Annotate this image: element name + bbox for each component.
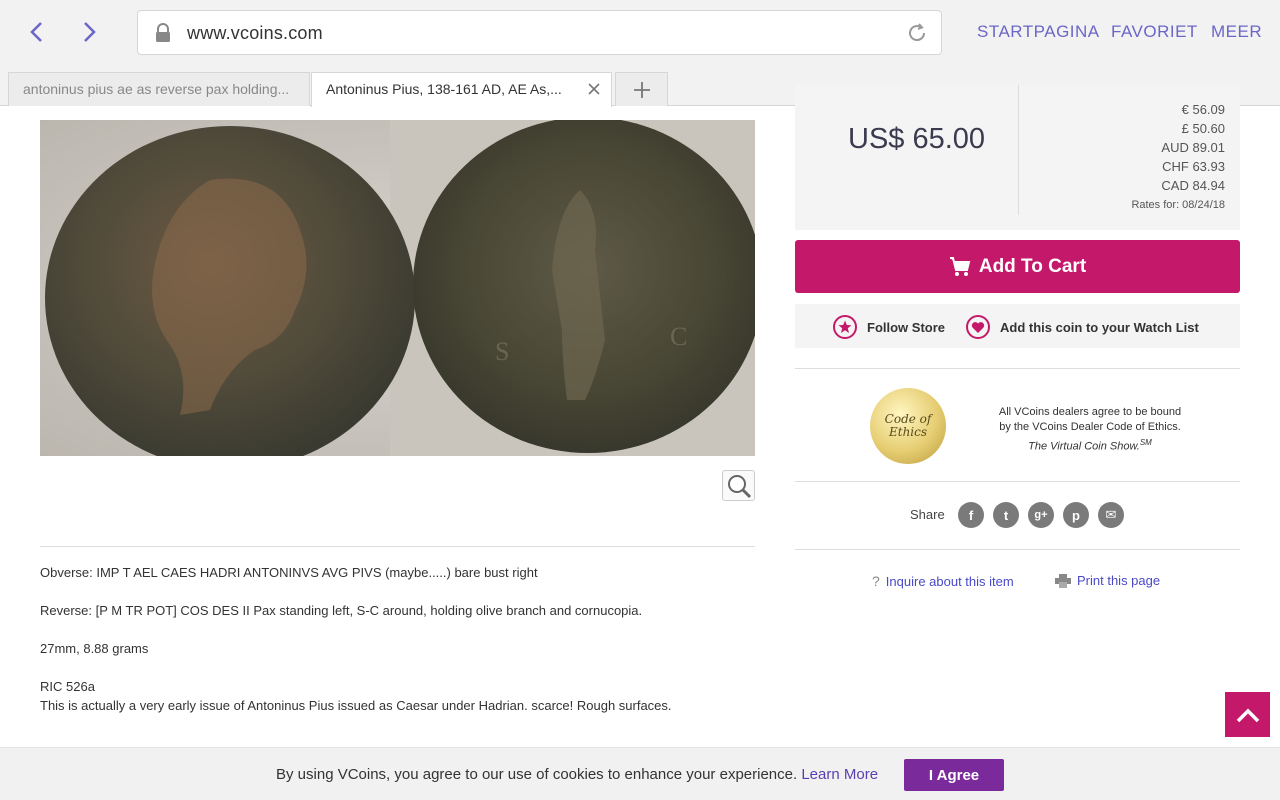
learn-more-link[interactable]: Learn More <box>801 766 878 783</box>
watch-list-label: Add this coin to your Watch List <box>1000 319 1199 335</box>
question-icon: ? <box>872 573 880 589</box>
google-plus-icon[interactable]: g+ <box>1028 502 1054 528</box>
plus-icon <box>633 81 650 98</box>
follow-store-button[interactable]: Follow Store <box>833 315 945 339</box>
back-button[interactable] <box>20 16 52 48</box>
agree-button[interactable]: I Agree <box>904 759 1004 791</box>
twitter-icon[interactable]: t <box>993 502 1019 528</box>
divider <box>795 368 1240 369</box>
menu-startpagina[interactable]: STARTPAGINA <box>977 22 1100 42</box>
print-link[interactable]: Print this page <box>1055 573 1160 588</box>
back-to-top-button[interactable] <box>1225 692 1270 737</box>
chevron-up-icon <box>1236 708 1259 722</box>
svg-text:C: C <box>670 322 687 351</box>
star-icon <box>833 315 857 339</box>
close-icon[interactable] <box>587 82 601 96</box>
watch-list-button[interactable]: Add this coin to your Watch List <box>966 315 1199 339</box>
tab-label: Antoninus Pius, 138-161 AD, AE As,... <box>326 81 562 97</box>
divider <box>795 481 1240 482</box>
share-label: Share <box>910 507 945 522</box>
price-divider <box>1018 85 1019 215</box>
ethics-line3-text: The Virtual Coin Show. <box>1028 440 1140 453</box>
follow-bar: Follow Store Add this coin to your Watch… <box>795 304 1240 348</box>
ethics-line1: All VCoins dealers agree to be bound <box>998 406 1182 418</box>
ethics-line2: by the VCoins Dealer Code of Ethics. <box>999 421 1181 433</box>
cart-icon <box>949 256 971 276</box>
divider <box>40 546 755 547</box>
browser-toolbar: www.vcoins.com STARTPAGINA FAVORIET MEER <box>0 0 1280 66</box>
divider <box>795 549 1240 550</box>
print-label: Print this page <box>1077 573 1161 588</box>
coin-image[interactable]: S C <box>40 120 755 456</box>
note-text: This is actually a very early issue of A… <box>40 698 672 713</box>
price-gbp: £ 50.60 <box>1181 121 1225 136</box>
email-icon[interactable]: ✉ <box>1098 502 1124 528</box>
add-to-cart-label: Add To Cart <box>978 255 1087 277</box>
menu-favoriet[interactable]: FAVORIET <box>1111 22 1198 42</box>
ethics-line3: The Virtual Coin Show.SM <box>980 435 1200 455</box>
lock-icon <box>156 23 170 42</box>
add-to-cart-button[interactable]: Add To Cart <box>795 240 1240 293</box>
svg-text:S: S <box>495 337 509 366</box>
price-cad: CAD 84.94 <box>1161 178 1225 193</box>
seal-line2: Ethics <box>888 425 928 439</box>
reload-icon[interactable] <box>905 21 929 45</box>
cookie-text: By using VCoins, you agree to our use of… <box>276 766 802 783</box>
url-text[interactable]: www.vcoins.com <box>187 23 323 44</box>
address-bar[interactable]: www.vcoins.com <box>137 10 942 55</box>
size-text: 27mm, 8.88 grams <box>40 641 149 656</box>
price-box: US$ 65.00 € 56.09 £ 50.60 AUD 89.01 CHF … <box>795 85 1240 230</box>
ethics-statement: All VCoins dealers agree to be bound by … <box>980 405 1200 455</box>
new-tab-button[interactable] <box>615 72 668 106</box>
price-chf: CHF 63.93 <box>1162 159 1225 174</box>
service-mark: SM <box>1139 438 1152 447</box>
obverse-text: Obverse: IMP T AEL CAES HADRI ANTONINVS … <box>40 565 538 580</box>
inquire-label: Inquire about this item <box>885 573 1014 589</box>
forward-button[interactable] <box>74 16 106 48</box>
price-usd: US$ 65.00 <box>848 123 986 155</box>
chevron-left-icon <box>30 22 42 42</box>
tab-active[interactable]: Antoninus Pius, 138-161 AD, AE As,... <box>311 72 612 107</box>
rates-date: Rates for: 08/24/18 <box>1131 199 1225 211</box>
ric-text: RIC 526a <box>40 679 95 694</box>
price-aud: AUD 89.01 <box>1161 140 1225 155</box>
code-of-ethics-seal[interactable]: Code of Ethics <box>870 388 946 464</box>
tab-label: antoninus pius ae as reverse pax holding… <box>23 81 290 97</box>
chevron-right-icon <box>84 22 96 42</box>
cookie-banner: By using VCoins, you agree to our use of… <box>0 747 1280 800</box>
cookie-message: By using VCoins, you agree to our use of… <box>276 766 878 783</box>
inquire-link[interactable]: ? Inquire about this item <box>872 573 1014 589</box>
menu-meer[interactable]: MEER <box>1211 22 1262 42</box>
tab-search[interactable]: antoninus pius ae as reverse pax holding… <box>8 72 310 106</box>
reverse-text: Reverse: [P M TR POT] COS DES II Pax sta… <box>40 603 643 618</box>
printer-icon <box>1055 573 1071 588</box>
facebook-icon[interactable]: f <box>958 502 984 528</box>
price-eur: € 56.09 <box>1181 102 1225 117</box>
heart-icon <box>966 315 990 339</box>
zoom-button[interactable] <box>722 470 755 501</box>
pinterest-icon[interactable]: p <box>1063 502 1089 528</box>
coin-photo: S C <box>40 120 755 456</box>
follow-store-label: Follow Store <box>867 319 945 335</box>
magnifier-icon <box>728 475 752 499</box>
